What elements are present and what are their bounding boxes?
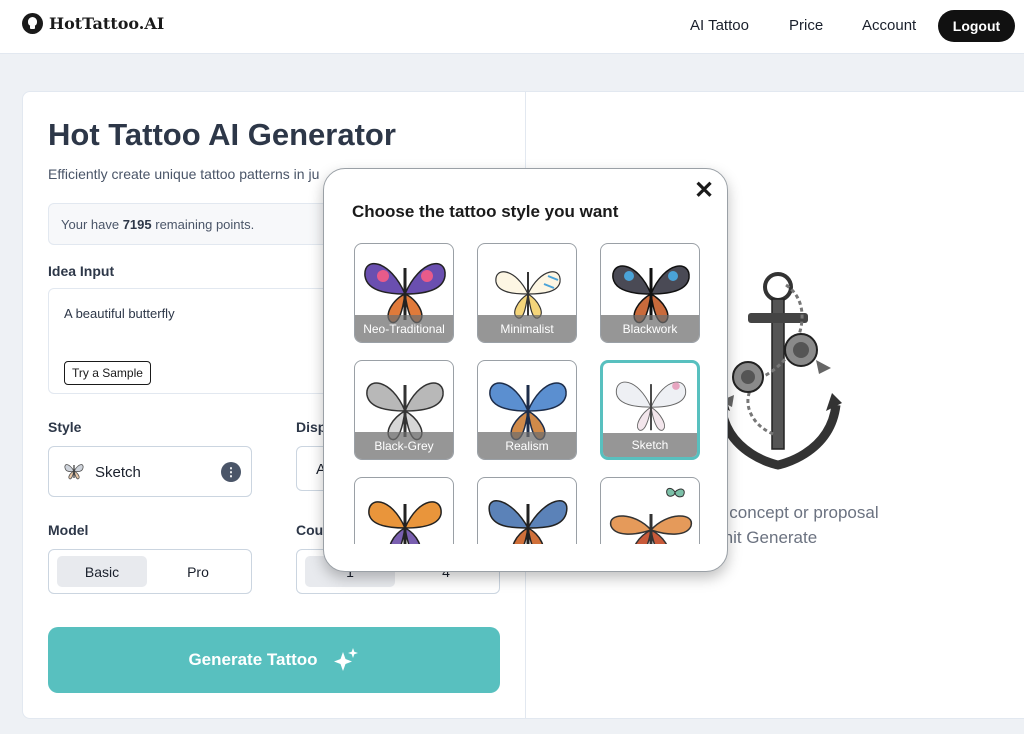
modal-title: Choose the tattoo style you want [352,202,619,221]
model-toggle: Basic Pro [48,549,252,594]
model-option-pro[interactable]: Pro [153,556,243,587]
style-tile-realism[interactable]: Realism [477,360,577,460]
style-select[interactable]: Sketch ⋮ [48,446,252,497]
style-tile-label: Blackwork [601,315,699,342]
idea-input-value[interactable]: A beautiful butterfly [64,306,175,321]
style-tile-9[interactable] [600,477,700,544]
page-title: Hot Tattoo AI Generator [48,117,396,152]
generate-tattoo-button[interactable]: Generate Tattoo [48,627,500,693]
info-icon[interactable]: ⋮ [221,462,241,482]
butterfly-tribal-icon [488,500,568,544]
butterfly-watercolor-icon [610,487,692,544]
preview-instructions-line2: en hit Generate [700,528,818,547]
style-tile-label: Minimalist [478,315,576,342]
logo[interactable]: HotTattoo.AI [22,13,164,34]
try-sample-button[interactable]: Try a Sample [64,361,151,385]
style-tile-8[interactable] [477,477,577,544]
points-value: 7195 [122,217,152,232]
style-tile-label: Realism [478,432,576,459]
nav-link-account[interactable]: Account [862,17,916,34]
style-tile-neo-traditional[interactable]: Neo-Traditional [354,243,454,343]
skull-logo-icon [22,13,43,34]
style-grid: Neo-Traditional Minimalist Blackwork Bla… [324,241,727,544]
nav-link-ai-tattoo[interactable]: AI Tattoo [690,17,749,34]
model-label: Model [48,522,89,538]
style-tile-black-grey[interactable]: Black-Grey [354,360,454,460]
close-icon[interactable]: ✕ [694,179,714,203]
style-tile-label: Sketch [603,433,697,457]
count-label: Cou [296,522,324,538]
points-suffix: remaining points. [155,217,255,232]
butterfly-thumbnail-icon [64,464,84,480]
sparkle-icon [333,648,358,671]
style-select-value: Sketch [95,464,141,481]
points-prefix: Your have [61,217,120,232]
butterfly-orange-icon [368,501,442,544]
style-tile-label: Neo-Traditional [355,315,453,342]
style-tile-sketch[interactable]: Sketch [600,360,700,460]
generate-button-label: Generate Tattoo [188,650,318,669]
page-subtitle: Efficiently create unique tattoo pattern… [48,166,320,182]
preview-instructions: our concept or proposal en hit Generate [700,500,1000,550]
logout-button[interactable]: Logout [938,10,1015,42]
preview-instructions-line1: our concept or proposal [700,503,879,522]
style-tile-label: Black-Grey [355,432,453,459]
style-tile-7[interactable] [354,477,454,544]
logo-text: HotTattoo.AI [49,14,165,33]
nav-link-price[interactable]: Price [789,17,823,34]
idea-input-label: Idea Input [48,263,115,279]
top-navbar: HotTattoo.AI AI Tattoo Price Account Log… [0,0,1024,54]
display-label: Disp [296,419,327,435]
style-tile-minimalist[interactable]: Minimalist [477,243,577,343]
style-tile-blackwork[interactable]: Blackwork [600,243,700,343]
style-label: Style [48,419,82,435]
style-picker-modal: Choose the tattoo style you want ✕ Neo-T… [323,168,728,572]
model-option-basic[interactable]: Basic [57,556,147,587]
